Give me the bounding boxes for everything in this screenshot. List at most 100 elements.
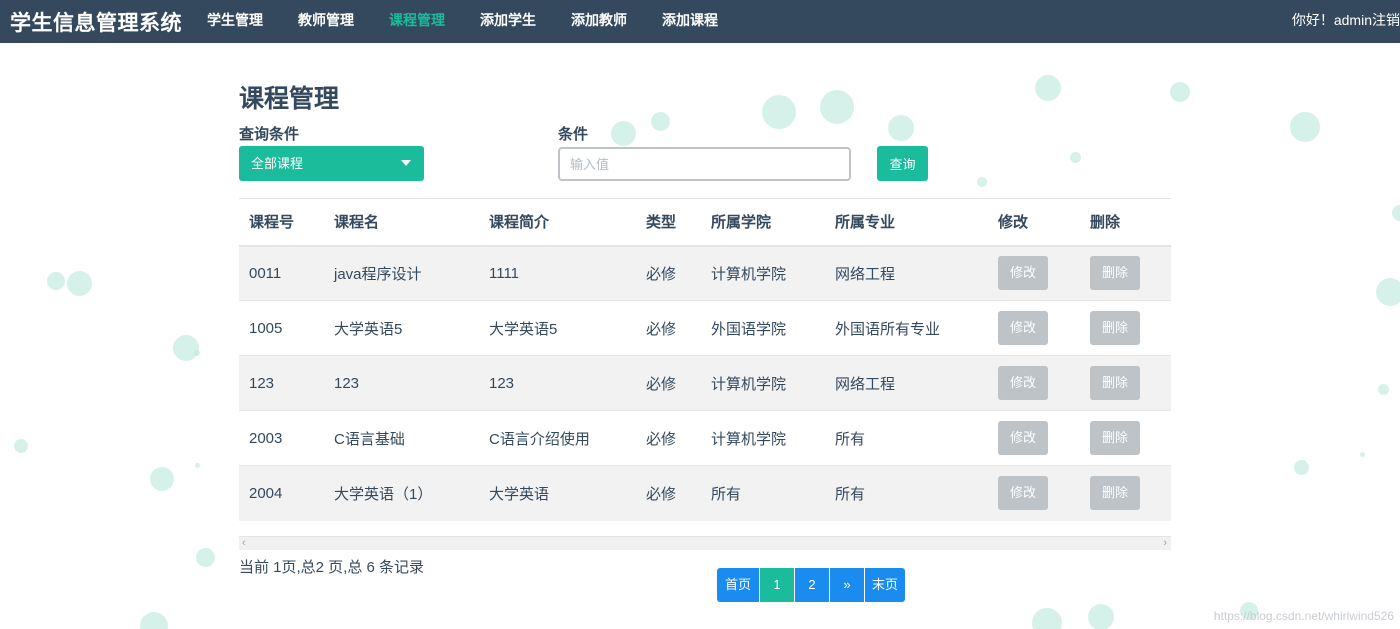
cell-course-name: C语言基础 xyxy=(324,410,479,466)
course-table-container: 课程号 课程名 课程简介 类型 所属学院 所属专业 修改 删除 0011 jav… xyxy=(239,198,1171,521)
background-bubble xyxy=(1378,384,1389,395)
cell-course-name: 大学英语5 xyxy=(324,300,479,356)
cell-major: 网络工程 xyxy=(825,245,988,301)
nav-item-student-management[interactable]: 学生管理 xyxy=(207,0,263,43)
nav-item-add-teacher[interactable]: 添加教师 xyxy=(571,0,627,43)
course-filter-select[interactable]: 全部课程 xyxy=(239,146,424,181)
record-info: 当前 1页,总2 页,总 6 条记录 xyxy=(239,559,425,576)
cell-type: 必修 xyxy=(636,465,701,521)
edit-button[interactable]: 修改 xyxy=(998,256,1048,291)
edit-button[interactable]: 修改 xyxy=(998,421,1048,455)
background-bubble xyxy=(195,463,200,468)
cell-delete: 删除 xyxy=(1080,465,1171,521)
header-course-id: 课程号 xyxy=(239,198,324,247)
edit-button[interactable]: 修改 xyxy=(998,311,1048,345)
condition-label: 条件 xyxy=(558,126,589,143)
cell-type: 必修 xyxy=(636,355,701,411)
background-bubble xyxy=(611,121,636,146)
table-row: 0011 java程序设计 1111 必修 计算机学院 网络工程 修改 删除 xyxy=(239,245,1171,301)
edit-button[interactable]: 修改 xyxy=(998,476,1048,511)
header-delete: 删除 xyxy=(1080,198,1171,247)
header-major: 所属专业 xyxy=(825,198,988,247)
cell-course-id: 0011 xyxy=(239,245,324,301)
background-bubble xyxy=(14,439,28,453)
background-bubble xyxy=(196,548,215,567)
caret-down-icon xyxy=(401,160,411,166)
header-type: 类型 xyxy=(636,198,701,247)
logout-link[interactable]: 注销 xyxy=(1372,12,1400,28)
scroll-left-icon[interactable]: ‹ xyxy=(242,536,246,550)
cell-course-id: 2004 xyxy=(239,465,324,521)
background-bubble xyxy=(888,115,914,141)
background-bubble xyxy=(140,612,168,629)
table-row: 1005 大学英语5 大学英语5 必修 外国语学院 外国语所有专业 修改 删除 xyxy=(239,300,1171,356)
background-bubble xyxy=(150,467,174,491)
background-bubble xyxy=(173,335,199,361)
table-row: 2004 大学英语（1） 大学英语 必修 所有 所有 修改 删除 xyxy=(239,465,1171,521)
nav-menu: 学生管理 教师管理 课程管理 添加学生 添加教师 添加课程 xyxy=(207,0,753,43)
last-page-button[interactable]: 末页 xyxy=(865,568,905,602)
cell-type: 必修 xyxy=(636,410,701,466)
delete-button[interactable]: 删除 xyxy=(1090,366,1140,400)
next-page-button[interactable]: » xyxy=(830,568,864,602)
background-bubble xyxy=(1088,604,1114,629)
cell-course-intro: 大学英语 xyxy=(479,465,636,521)
background-bubble xyxy=(1360,452,1365,457)
app-brand[interactable]: 学生信息管理系统 xyxy=(10,7,182,37)
cell-delete: 删除 xyxy=(1080,300,1171,356)
edit-button[interactable]: 修改 xyxy=(998,366,1048,400)
background-bubble xyxy=(820,90,854,124)
header-course-name: 课程名 xyxy=(324,198,479,247)
cell-edit: 修改 xyxy=(988,465,1080,521)
delete-button[interactable]: 删除 xyxy=(1090,476,1140,511)
cell-major: 所有 xyxy=(825,465,988,521)
background-bubble xyxy=(1392,205,1400,221)
course-filter-value: 全部课程 xyxy=(251,156,304,171)
cell-college: 计算机学院 xyxy=(701,245,825,301)
query-button[interactable]: 查询 xyxy=(877,146,928,181)
watermark: https://blog.csdn.net/whirlwind526 xyxy=(1213,609,1394,623)
header-edit: 修改 xyxy=(988,198,1080,247)
nav-item-add-course[interactable]: 添加课程 xyxy=(662,0,718,43)
top-navbar: 学生信息管理系统 学生管理 教师管理 课程管理 添加学生 添加教师 添加课程 你… xyxy=(0,0,1400,43)
course-table: 课程号 课程名 课程简介 类型 所属学院 所属专业 修改 删除 0011 jav… xyxy=(239,198,1171,521)
condition-input[interactable] xyxy=(558,147,851,181)
table-row: 2003 C语言基础 C语言介绍使用 必修 计算机学院 所有 修改 删除 xyxy=(239,410,1171,466)
cell-course-name: java程序设计 xyxy=(324,245,479,301)
first-page-button[interactable]: 首页 xyxy=(717,568,759,602)
cell-major: 外国语所有专业 xyxy=(825,300,988,356)
cell-course-intro: 1111 xyxy=(479,245,636,301)
cell-course-id: 123 xyxy=(239,355,324,411)
nav-item-course-management[interactable]: 课程管理 xyxy=(389,0,445,43)
background-bubble xyxy=(1170,82,1190,102)
cell-type: 必修 xyxy=(636,245,701,301)
background-bubble xyxy=(762,95,796,129)
cell-course-name: 123 xyxy=(324,355,479,411)
page-button-1[interactable]: 1 xyxy=(760,568,794,602)
cell-major: 网络工程 xyxy=(825,355,988,411)
cell-course-intro: 123 xyxy=(479,355,636,411)
background-bubble xyxy=(1290,112,1320,142)
background-bubble xyxy=(194,350,200,356)
cell-edit: 修改 xyxy=(988,245,1080,301)
header-course-intro: 课程简介 xyxy=(479,198,636,247)
cell-delete: 删除 xyxy=(1080,355,1171,411)
background-bubble xyxy=(1032,608,1062,629)
delete-button[interactable]: 删除 xyxy=(1090,311,1140,345)
delete-button[interactable]: 删除 xyxy=(1090,421,1140,455)
cell-course-id: 2003 xyxy=(239,410,324,466)
cell-college: 计算机学院 xyxy=(701,410,825,466)
scroll-right-icon[interactable]: › xyxy=(1163,536,1167,550)
cell-course-intro: C语言介绍使用 xyxy=(479,410,636,466)
cell-college: 计算机学院 xyxy=(701,355,825,411)
cell-college: 外国语学院 xyxy=(701,300,825,356)
nav-item-teacher-management[interactable]: 教师管理 xyxy=(298,0,354,43)
table-header-row: 课程号 课程名 课程简介 类型 所属学院 所属专业 修改 删除 xyxy=(239,198,1171,247)
page-button-2[interactable]: 2 xyxy=(795,568,829,602)
nav-item-add-student[interactable]: 添加学生 xyxy=(480,0,536,43)
horizontal-scrollbar[interactable]: ‹ › xyxy=(239,536,1171,550)
background-bubble xyxy=(651,112,670,131)
delete-button[interactable]: 删除 xyxy=(1090,256,1140,291)
background-bubble xyxy=(1070,152,1081,163)
cell-delete: 删除 xyxy=(1080,245,1171,301)
